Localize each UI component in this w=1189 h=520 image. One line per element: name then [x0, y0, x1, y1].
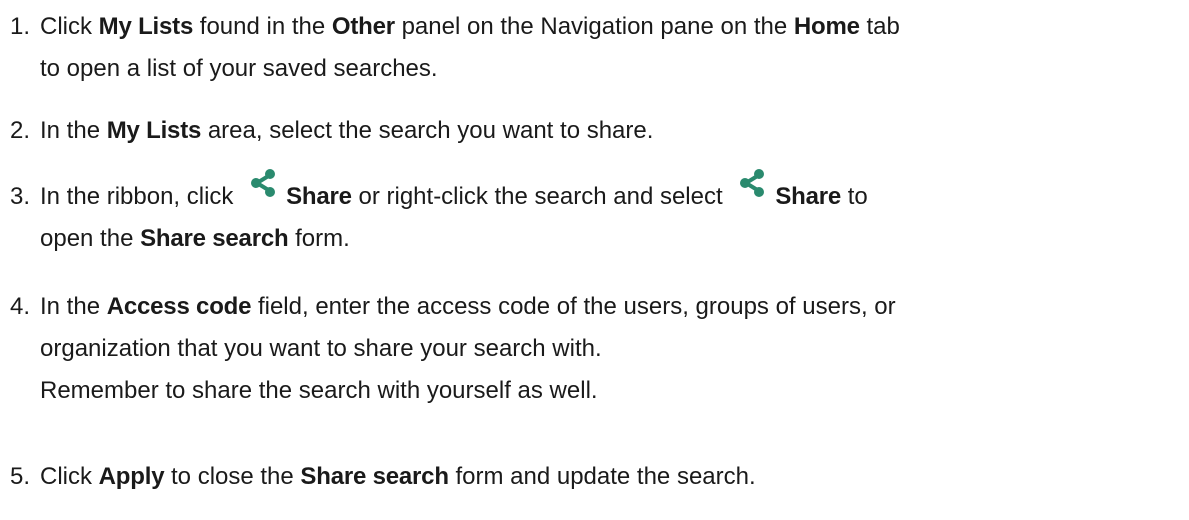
text: to close the — [164, 463, 301, 490]
text: found in the — [193, 13, 332, 40]
step-number: 3. — [10, 183, 31, 210]
text: form and update the search. — [448, 463, 756, 490]
step-4-note: Remember to share the search with yourse… — [40, 370, 598, 412]
text: or right-click the search and select — [351, 183, 730, 210]
step-1-line-2: to open a list of your saved searches. — [40, 48, 438, 90]
text: Click — [40, 463, 99, 490]
text: organization that you want to share your… — [40, 335, 602, 362]
text: In the — [40, 293, 107, 320]
step-2-line-1: In the My Lists area, select the search … — [40, 110, 653, 152]
text: In the ribbon, click — [40, 183, 241, 210]
step-4-line-2: organization that you want to share your… — [40, 328, 602, 370]
share-icon — [737, 168, 767, 198]
ui-term-share-search: Share search — [140, 225, 289, 252]
text: form. — [288, 225, 350, 252]
step-number: 2. — [10, 117, 31, 144]
text: open the — [40, 225, 141, 252]
step-number: 5. — [10, 463, 31, 490]
ui-term-share: Share — [775, 183, 842, 210]
text: Click — [40, 13, 99, 40]
text: field, enter the access code of the user… — [251, 293, 896, 320]
share-icon — [248, 168, 278, 198]
ui-term-share-search: Share search — [300, 463, 449, 490]
text: Remember to share the search with yourse… — [40, 377, 598, 404]
ui-term-access-code: Access code — [106, 293, 252, 320]
step-3-line-2: open the Share search form. — [40, 218, 350, 260]
ui-term-other: Other — [331, 13, 395, 40]
step-3-line-1: In the ribbon, click Share or right-clic… — [40, 169, 868, 218]
step-1-line-1: Click My Lists found in the Other panel … — [40, 6, 900, 48]
ui-term-apply: Apply — [98, 463, 165, 490]
ui-term-home: Home — [793, 13, 860, 40]
text: In the — [40, 117, 107, 144]
step-number: 1. — [10, 13, 31, 40]
step-number: 4. — [10, 293, 31, 320]
text: area, select the search you want to shar… — [201, 117, 654, 144]
step-5-line-1: Click Apply to close the Share search fo… — [40, 456, 756, 498]
ui-term-share: Share — [286, 183, 352, 210]
text: to open a list of your saved searches. — [40, 55, 438, 82]
text: panel on the Navigation pane on the — [394, 13, 794, 40]
text: to — [841, 183, 868, 210]
ui-term-my-lists: My Lists — [106, 117, 202, 144]
text: tab — [859, 13, 900, 40]
step-4-line-1: In the Access code field, enter the acce… — [40, 286, 896, 328]
ui-term-my-lists: My Lists — [98, 13, 194, 40]
